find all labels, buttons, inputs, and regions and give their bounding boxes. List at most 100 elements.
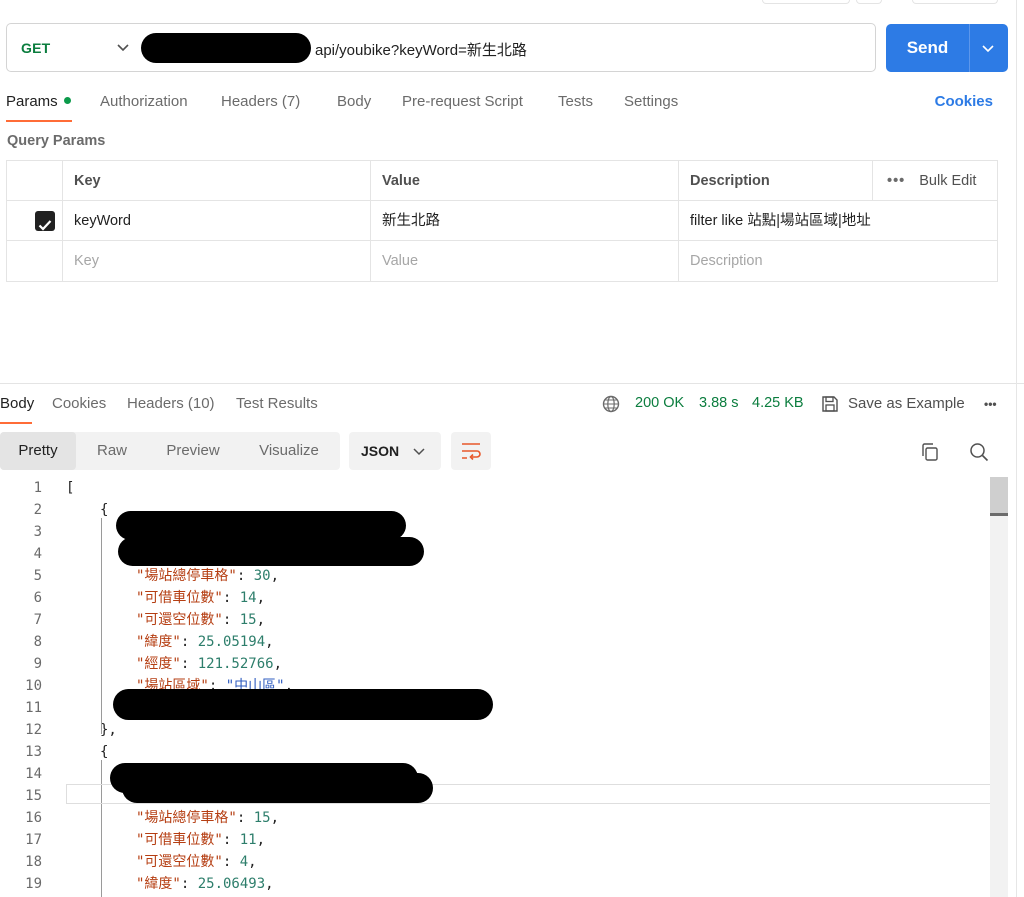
line-number: 15 [25, 788, 42, 804]
method-select[interactable]: GET [21, 40, 50, 56]
format-label: JSON [361, 443, 400, 459]
code-text: "經度": 121.52766, [136, 656, 283, 672]
param-value[interactable]: 新生北路 [371, 201, 679, 240]
tab-headers[interactable]: Headers (7) [221, 93, 300, 110]
row-check-cell [7, 201, 63, 240]
globe-icon[interactable] [601, 394, 621, 414]
line-number: 18 [25, 854, 42, 870]
top-toolbar-fragment [762, 0, 850, 4]
more-options-icon[interactable]: ••• [984, 397, 997, 411]
vertical-scrollbar[interactable] [990, 477, 1008, 897]
table-row: keyWord 新生北路 filter like 站點|場站區域|地址 [7, 201, 997, 241]
tab-response-cookies[interactable]: Cookies [52, 395, 106, 412]
json-key: "可借車位數" [136, 832, 223, 848]
tab-body[interactable]: Body [337, 93, 371, 110]
tab-prerequest-script[interactable]: Pre-request Script [402, 93, 523, 110]
query-params-title: Query Params [7, 133, 106, 149]
bulk-edit-link[interactable]: Bulk Edit [919, 173, 976, 189]
response-tabs: Body Cookies Headers (10) Test Results 2… [0, 394, 1024, 424]
indent-guide [101, 760, 102, 897]
code-text: "緯度": 25.05194, [136, 634, 274, 650]
response-divider[interactable] [0, 383, 1024, 384]
param-checkbox[interactable] [35, 211, 55, 231]
active-dot-icon [63, 96, 71, 104]
line-number: 3 [33, 524, 42, 540]
json-number: 14 [239, 590, 257, 606]
status-badge[interactable]: 200 OK [635, 395, 684, 411]
save-icon[interactable] [820, 394, 840, 414]
format-select[interactable]: JSON [349, 432, 441, 470]
new-key-input[interactable]: Key [63, 241, 371, 281]
json-key: "緯度" [136, 876, 181, 892]
view-raw[interactable]: Raw [76, 432, 148, 470]
tab-test-results[interactable]: Test Results [236, 395, 318, 412]
code-text: "可還空位數": 4, [136, 854, 257, 870]
code-line: 16 "場站總停車格": 15, [0, 807, 1000, 829]
redacted-line [118, 537, 424, 566]
header-description: Description [679, 161, 873, 200]
send-label[interactable]: Send [886, 38, 969, 58]
code-text: "可借車位數": 14, [136, 590, 266, 606]
code-line: 8 "緯度": 25.05194, [0, 631, 1000, 653]
json-number: 15 [239, 612, 257, 628]
code-text: "場站總停車格": 15, [136, 810, 280, 826]
more-options-icon[interactable]: ••• [887, 173, 905, 189]
url-bar[interactable]: GET api/youbike?keyWord=新生北路 [6, 23, 876, 72]
redacted-line [122, 773, 433, 803]
line-number: 2 [33, 502, 42, 518]
search-icon[interactable] [968, 441, 990, 463]
url-input[interactable]: api/youbike?keyWord=新生北路 [315, 39, 527, 60]
view-visualize[interactable]: Visualize [238, 432, 340, 470]
row-check-cell [7, 241, 63, 281]
tab-authorization[interactable]: Authorization [100, 93, 188, 110]
scrollbar-marker [990, 513, 1008, 516]
query-params-table: Key Value Description ••• Bulk Edit keyWo… [6, 160, 998, 282]
tab-response-body[interactable]: Body [0, 395, 34, 412]
response-size[interactable]: 4.25 KB [752, 395, 804, 411]
line-number: 19 [25, 876, 42, 892]
send-divider [969, 24, 970, 72]
json-key: "經度" [136, 656, 181, 672]
param-description[interactable]: filter like 站點|場站區域|地址 [679, 201, 999, 240]
new-description-input[interactable]: Description [679, 241, 999, 281]
view-pretty[interactable]: Pretty [0, 432, 76, 470]
json-key: "可還空位數" [136, 612, 223, 628]
active-tab-underline [6, 120, 72, 122]
view-preview[interactable]: Preview [148, 432, 238, 470]
scrollbar-thumb[interactable] [990, 477, 1008, 513]
line-number: 16 [25, 810, 42, 826]
redacted-line [116, 511, 406, 540]
view-mode-selector: Pretty Raw Preview Visualize [0, 432, 340, 470]
cookies-link[interactable]: Cookies [935, 93, 993, 110]
tab-params-label: Params [6, 93, 58, 110]
pane-edge [1016, 0, 1017, 897]
chevron-down-icon[interactable] [115, 39, 131, 55]
wrap-lines-icon [462, 443, 481, 461]
line-number: 6 [33, 590, 42, 606]
response-time[interactable]: 3.88 s [699, 395, 739, 411]
param-key[interactable]: keyWord [63, 201, 371, 240]
redacted-line [113, 689, 493, 720]
line-number: 10 [25, 678, 42, 694]
json-number: 25.05194 [197, 634, 266, 650]
code-line: 9 "經度": 121.52766, [0, 653, 1000, 675]
tab-settings[interactable]: Settings [624, 93, 678, 110]
json-key: "緯度" [136, 634, 181, 650]
new-value-input[interactable]: Value [371, 241, 679, 281]
json-number: 11 [239, 832, 257, 848]
tab-response-headers[interactable]: Headers (10) [127, 395, 215, 412]
code-line: 19 "緯度": 25.06493, [0, 873, 1000, 895]
line-number: 5 [33, 568, 42, 584]
code-text: "場站總停車格": 30, [136, 568, 280, 584]
tab-tests[interactable]: Tests [558, 93, 593, 110]
header-check-cell [7, 161, 63, 200]
json-number: 121.52766 [197, 656, 274, 672]
header-key: Key [63, 161, 371, 200]
tab-params[interactable]: Params [6, 93, 71, 110]
line-number: 9 [33, 656, 42, 672]
wrap-lines-button[interactable] [451, 432, 491, 470]
copy-icon[interactable] [919, 441, 941, 463]
send-button[interactable]: Send [886, 24, 1008, 72]
chevron-down-icon[interactable] [980, 40, 996, 56]
save-as-example-button[interactable]: Save as Example [848, 395, 965, 412]
